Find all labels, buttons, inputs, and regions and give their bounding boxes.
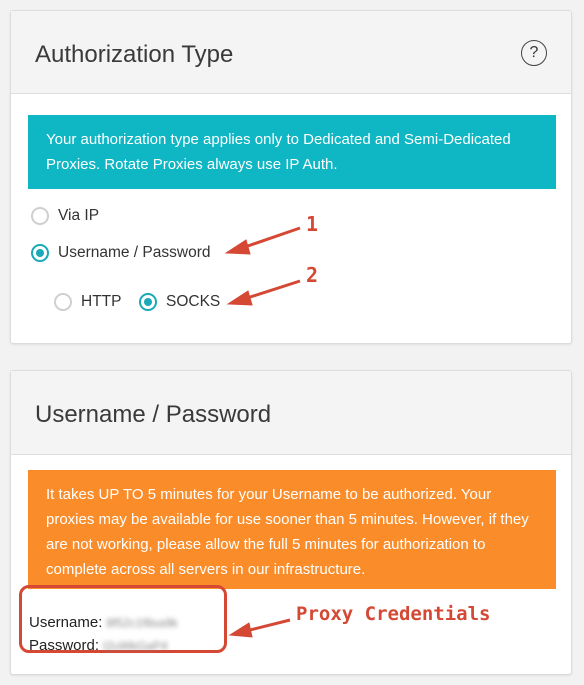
auth-type-notice: Your authorization type applies only to …: [28, 115, 556, 189]
username-password-title: Username / Password: [35, 401, 272, 428]
username-password-card: Username / Password It takes UP TO 5 min…: [10, 370, 572, 675]
radio-socks-label: SOCKS: [166, 293, 221, 310]
username-label: Username:: [29, 614, 103, 631]
authorization-type-header: Authorization Type ?: [11, 11, 571, 94]
radio-username-password-control[interactable]: [31, 244, 49, 262]
authorization-type-card: Authorization Type ? Your authorization …: [10, 10, 572, 344]
username-value: 8f52c1f8xa9k: [106, 616, 178, 630]
radio-http-label: HTTP: [81, 293, 122, 310]
password-label: Password:: [29, 637, 100, 654]
radio-http[interactable]: HTTP: [54, 293, 121, 311]
auth-delay-notice: It takes UP TO 5 minutes for your Userna…: [28, 470, 556, 589]
username-line: Username: 8f52c1f8xa9k: [29, 614, 178, 631]
password-value: t2uWkGaP4: [103, 639, 168, 653]
radio-socks[interactable]: SOCKS: [139, 293, 220, 311]
annotation-proxy-credentials: Proxy Credentials: [296, 603, 491, 625]
radio-via-ip-label: Via IP: [58, 207, 100, 224]
radio-username-password-label: Username / Password: [58, 244, 211, 261]
radio-username-password[interactable]: Username / Password: [31, 244, 210, 262]
radio-http-control[interactable]: [54, 293, 72, 311]
radio-via-ip-control[interactable]: [31, 207, 49, 225]
help-icon[interactable]: ?: [521, 40, 547, 66]
annotation-step-2: 2: [306, 263, 319, 287]
radio-socks-control[interactable]: [139, 293, 157, 311]
authorization-type-title: Authorization Type: [35, 41, 234, 68]
radio-via-ip[interactable]: Via IP: [31, 207, 99, 225]
username-password-header: Username / Password: [11, 371, 571, 455]
password-line: Password: t2uWkGaP4: [29, 637, 168, 654]
annotation-step-1: 1: [306, 212, 319, 236]
